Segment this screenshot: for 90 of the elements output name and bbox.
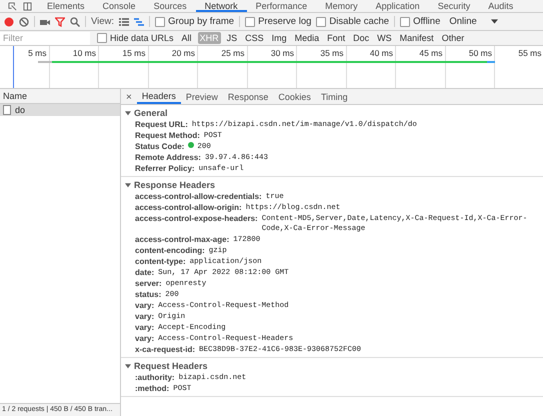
type-filter[interactable]: CSS <box>243 32 266 44</box>
detail-tab[interactable]: Cookies <box>273 90 316 104</box>
header-name: Referrer Policy: <box>135 163 195 174</box>
checkbox[interactable] <box>155 16 166 26</box>
type-filter[interactable]: Manifest <box>398 32 436 44</box>
header-name: content-type: <box>135 256 186 267</box>
checkbox[interactable] <box>245 16 256 26</box>
panel-tab[interactable]: Sources <box>144 0 196 12</box>
header-name: vary: <box>135 300 154 311</box>
detail-tab[interactable]: Response <box>222 90 274 104</box>
list-view-icon[interactable] <box>119 16 130 26</box>
checkbox[interactable] <box>316 16 326 26</box>
type-filter[interactable]: Img <box>270 32 289 44</box>
time-tick: 50 ms <box>468 47 492 59</box>
header-name: Request Method: <box>135 130 200 141</box>
time-tick: 25 ms <box>220 47 244 59</box>
type-filter[interactable]: Doc <box>351 32 372 44</box>
header-name: content-encoding: <box>135 245 205 256</box>
panel-tab[interactable]: Memory <box>316 0 367 12</box>
close-button[interactable]: × <box>121 90 137 104</box>
detail-tab[interactable]: Timing <box>316 90 353 104</box>
caret-icon <box>490 18 498 25</box>
section-title: Request Headers <box>134 360 208 370</box>
header-name: x-ca-request-id: <box>135 344 196 355</box>
time-tick: 5 ms <box>27 47 46 59</box>
type-filter[interactable]: WS <box>375 32 394 44</box>
panel-tab[interactable]: Application <box>366 0 429 12</box>
panel-tab[interactable]: Console <box>94 0 145 12</box>
header-name: access-control-expose-headers: <box>135 213 258 224</box>
option-label: Group by frame <box>168 16 234 27</box>
time-tick: 10 ms <box>72 47 96 59</box>
header-name: date: <box>135 267 154 278</box>
header-name: Request URL: <box>135 119 188 130</box>
panel-tab[interactable]: Elements <box>38 0 94 12</box>
disclosure-triangle-icon[interactable] <box>125 110 131 116</box>
view-label: View: <box>91 16 114 27</box>
time-tick: 35 ms <box>319 47 344 59</box>
header-name: :authority: <box>135 372 175 383</box>
checkbox[interactable] <box>400 16 410 26</box>
status-dot-icon <box>188 142 194 148</box>
header-name: status: <box>135 289 162 300</box>
inspect-icon[interactable] <box>8 2 17 10</box>
option-label: Preserve log <box>258 16 312 27</box>
header-name: Status Code: <box>135 141 184 152</box>
type-filter[interactable]: Font <box>325 32 348 44</box>
type-filter[interactable]: JS <box>224 32 240 44</box>
time-tick: 55 ms <box>517 47 542 59</box>
time-tick: 15 ms <box>121 47 146 59</box>
time-tick: 45 ms <box>418 47 442 59</box>
detail-tab[interactable]: Preview <box>180 90 223 104</box>
header-name: Remote Address: <box>135 152 201 163</box>
disclosure-triangle-icon[interactable] <box>125 182 131 188</box>
type-filter[interactable]: Media <box>292 32 322 44</box>
header-name: access-control-allow-credentials: <box>135 191 262 202</box>
request-row[interactable]: do <box>0 104 120 116</box>
panel-tab[interactable]: Performance <box>246 0 316 12</box>
option-label: Hide data URLs <box>110 33 174 43</box>
time-tick: 30 ms <box>270 47 294 59</box>
filter-icon[interactable] <box>55 16 65 26</box>
throttling-dropdown[interactable]: Online <box>447 16 500 27</box>
disclosure-triangle-icon[interactable] <box>125 362 131 368</box>
header-name: vary: <box>135 322 154 333</box>
waterfall-view-icon[interactable] <box>134 16 144 26</box>
checkbox[interactable] <box>97 33 107 43</box>
header-name: vary: <box>135 311 154 322</box>
clear-icon[interactable] <box>19 16 29 26</box>
header-name: access-control-max-age: <box>135 234 230 245</box>
time-tick: 20 ms <box>170 47 195 59</box>
section-title: General <box>134 108 168 118</box>
header-name: server: <box>135 278 162 289</box>
option-label: Offline <box>413 16 440 27</box>
option-label: Disable cache <box>329 16 390 27</box>
header-name: vary: <box>135 333 154 344</box>
section-title: Response Headers <box>134 180 216 190</box>
panel-tab[interactable]: Audits <box>479 0 522 12</box>
file-icon <box>3 105 11 115</box>
device-icon[interactable] <box>23 2 32 10</box>
detail-tab[interactable]: Headers <box>136 90 181 104</box>
header-name: :method: <box>135 383 170 394</box>
column-header[interactable]: Name <box>0 89 120 104</box>
record-button[interactable] <box>4 16 14 26</box>
timeline-marker <box>13 46 14 88</box>
type-filter[interactable]: All <box>180 32 194 44</box>
panel-tab[interactable]: Security <box>428 0 480 12</box>
time-tick: 40 ms <box>368 47 393 59</box>
header-name: access-control-allow-origin: <box>135 202 242 213</box>
type-filter[interactable]: Other <box>440 32 466 44</box>
search-icon[interactable] <box>70 16 80 26</box>
request-name: do <box>15 105 26 115</box>
filter-field[interactable]: Filter <box>0 32 90 44</box>
